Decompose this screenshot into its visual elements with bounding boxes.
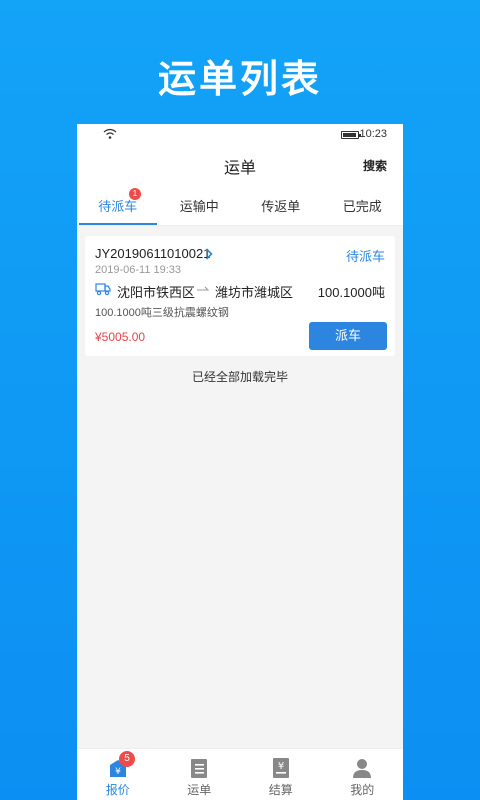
order-time: 2019-06-11 19:33 <box>95 264 182 276</box>
goods-description: 100.1000吨三级抗震螺纹钢 <box>95 307 229 319</box>
order-number: JY20190611010021 <box>95 246 211 261</box>
tab-bar: 待派车 1 运输中 传返单 已完成 <box>77 182 403 226</box>
tab-label: 运输中 <box>179 199 219 214</box>
svg-text:¥: ¥ <box>115 767 121 777</box>
clipboard-icon <box>191 759 208 778</box>
cargo-weight: 100.1000吨 <box>317 285 385 300</box>
destination: 潍坊市潍城区 <box>215 285 294 300</box>
truck-icon <box>95 283 111 296</box>
phone-screen: 10:23 运单 搜索 待派车 1 运输中 传返单 已完成 JY20190611… <box>77 124 403 800</box>
dispatch-button[interactable]: 派车 <box>309 322 387 350</box>
origin: 沈阳市铁西区 <box>117 285 196 300</box>
search-button[interactable]: 搜索 <box>363 157 387 174</box>
tab-in-transit[interactable]: 运输中 <box>159 182 241 225</box>
status-time: 10:23 <box>359 128 387 140</box>
svg-text:¥: ¥ <box>278 761 284 772</box>
tabbar-label: 报价 <box>105 783 130 797</box>
order-status: 待派车 <box>345 249 385 264</box>
list-end-message: 已经全部加载完毕 <box>191 370 288 384</box>
tab-completed[interactable]: 已完成 <box>322 182 404 225</box>
bottom-tab-bar: ¥ 5 报价 运单 ¥ 结算 我的 <box>77 748 403 800</box>
chevron-right-icon <box>205 248 213 260</box>
tab-label: 待派车 <box>98 199 138 214</box>
tab-return-receipt[interactable]: 传返单 <box>240 182 322 225</box>
tabbar-label: 运单 <box>187 783 212 797</box>
tabbar-label: 结算 <box>268 783 293 797</box>
battery-icon <box>341 131 361 139</box>
promo-title: 运单列表 <box>157 59 322 101</box>
arrow-right-icon <box>197 286 209 291</box>
tab-badge: 1 <box>129 188 141 200</box>
settlement-icon: ¥ <box>272 758 289 778</box>
tabbar-item-quote[interactable]: ¥ 5 报价 <box>77 749 159 800</box>
tab-label: 传返单 <box>261 199 301 214</box>
navbar: 运单 搜索 <box>77 146 403 182</box>
tab-pending-dispatch[interactable]: 待派车 1 <box>77 182 159 225</box>
quote-badge: 5 <box>119 751 135 767</box>
order-card[interactable]: JY20190611010021 待派车 2019-06-11 19:33 沈阳… <box>85 236 395 356</box>
tabbar-item-profile[interactable]: 我的 <box>322 749 404 800</box>
tabbar-label: 我的 <box>350 783 375 797</box>
page-title: 运单 <box>223 160 256 177</box>
tabbar-item-waybill[interactable]: 运单 <box>159 749 241 800</box>
status-bar: 10:23 <box>77 124 403 146</box>
tab-label: 已完成 <box>342 199 382 214</box>
tabbar-item-settlement[interactable]: ¥ 结算 <box>240 749 322 800</box>
wifi-icon <box>103 128 117 139</box>
order-price: ¥5005.00 <box>95 330 146 344</box>
person-icon <box>353 759 372 778</box>
